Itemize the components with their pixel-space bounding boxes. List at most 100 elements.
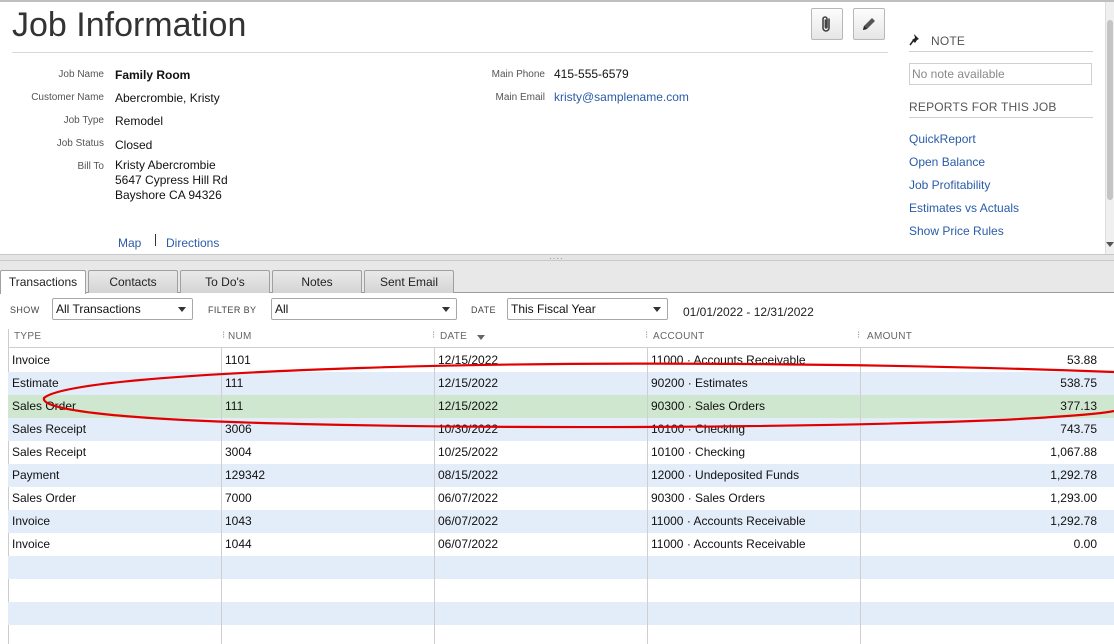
cell-amount: 1,292.78 (1050, 468, 1097, 482)
filter-by-select[interactable]: All (271, 298, 457, 320)
job-type-value: Remodel (115, 114, 164, 128)
attach-button[interactable] (811, 8, 843, 40)
table-row[interactable]: Invoice 1101 12/15/2022 11000 · Accounts… (8, 349, 1114, 372)
column-header-type[interactable]: TYPE (14, 331, 41, 342)
table-row-empty (8, 625, 1114, 644)
cell-amount: 538.75 (1060, 376, 1097, 390)
job-name-label: Job Name (58, 69, 104, 80)
cell-type: Estimate (12, 376, 59, 390)
chevron-down-icon (442, 307, 450, 312)
column-divider (647, 348, 648, 644)
note-box[interactable]: No note available (909, 63, 1092, 85)
show-label: SHOW (10, 305, 40, 315)
sort-descending-icon[interactable] (477, 335, 485, 341)
table-header-divider (8, 347, 1114, 348)
cell-date: 08/15/2022 (438, 468, 499, 482)
cell-account: 10100 · Checking (651, 445, 746, 459)
table-row-empty (8, 602, 1114, 625)
customer-name-label: Customer Name (31, 92, 104, 103)
note-divider (909, 51, 1093, 52)
paperclip-icon (822, 16, 830, 32)
table-row[interactable]: Estimate 111 12/15/2022 90200 · Estimate… (8, 372, 1114, 395)
scroll-down-arrow-icon[interactable] (1106, 240, 1114, 248)
job-name-value: Family Room (115, 68, 191, 82)
job-status-label: Job Status (56, 138, 104, 149)
reports-heading: REPORTS FOR THIS JOB (909, 100, 1057, 114)
cell-amount: 1,067.88 (1050, 445, 1097, 459)
edit-button[interactable] (853, 8, 885, 40)
main-email-label: Main Email (495, 92, 545, 103)
cell-account: 11000 · Accounts Receivable (651, 514, 806, 528)
chevron-down-icon (653, 307, 661, 312)
column-resize-handle[interactable]: ⁝ (645, 330, 648, 341)
estimates-vs-actuals-link[interactable]: Estimates vs Actuals (909, 201, 1019, 215)
page-title: Job Information (12, 6, 247, 44)
bill-to-line3: Bayshore CA 94326 (115, 188, 222, 202)
note-heading: NOTE (931, 34, 966, 48)
main-phone-value: 415-555-6579 (554, 67, 629, 81)
bill-to-line1: Kristy Abercrombie (115, 158, 216, 172)
map-link[interactable]: Map (118, 236, 141, 250)
column-divider (221, 348, 222, 644)
cell-type: Sales Order (12, 399, 77, 413)
cell-num: 129342 (225, 468, 266, 482)
table-row[interactable]: Sales Receipt 3004 10/25/2022 10100 · Ch… (8, 441, 1114, 464)
column-resize-handle[interactable]: ⁝ (432, 330, 435, 341)
quickreport-link[interactable]: QuickReport (909, 132, 976, 146)
column-resize-handle[interactable]: ⁝ (857, 330, 860, 341)
cell-amount: 743.75 (1060, 422, 1097, 436)
main-email-link[interactable]: kristy@samplename.com (554, 90, 689, 104)
cell-num: 3006 (225, 422, 252, 436)
table-row-selected[interactable]: Sales Order 111 12/15/2022 90300 · Sales… (8, 395, 1114, 418)
info-scrollbar-thumb[interactable] (1107, 20, 1113, 200)
link-divider (155, 234, 156, 246)
cell-amount: 377.13 (1060, 399, 1097, 413)
column-header-account[interactable]: ACCOUNT (653, 331, 705, 342)
cell-type: Payment (12, 468, 60, 482)
cell-account: 10100 · Checking (651, 422, 746, 436)
column-header-date[interactable]: DATE (440, 331, 467, 342)
filter-by-select-value: All (275, 302, 289, 316)
tab-todos[interactable]: To Do's (180, 270, 270, 293)
cell-amount: 1,292.78 (1050, 514, 1097, 528)
tab-sent-email[interactable]: Sent Email (364, 270, 454, 293)
cell-date: 06/07/2022 (438, 491, 499, 505)
cell-date: 10/25/2022 (438, 445, 499, 459)
cell-num: 3004 (225, 445, 252, 459)
tab-contacts[interactable]: Contacts (88, 270, 178, 293)
open-balance-link[interactable]: Open Balance (909, 155, 985, 169)
cell-type: Sales Receipt (12, 445, 87, 459)
cell-amount: 1,293.00 (1050, 491, 1097, 505)
bill-to-label: Bill To (77, 161, 105, 172)
column-resize-handle[interactable]: ⁝ (222, 330, 225, 341)
chevron-down-icon (178, 307, 186, 312)
cell-amount: 53.88 (1066, 353, 1097, 367)
tab-transactions[interactable]: Transactions (0, 270, 86, 294)
pushpin-icon (909, 34, 919, 46)
date-select[interactable]: This Fiscal Year (507, 298, 668, 320)
cell-account: 90300 · Sales Orders (651, 399, 766, 413)
table-row[interactable]: Sales Order 7000 06/07/2022 90300 · Sale… (8, 487, 1114, 510)
job-profitability-link[interactable]: Job Profitability (909, 178, 990, 192)
cell-date: 06/07/2022 (438, 514, 499, 528)
column-header-num[interactable]: NUM (228, 331, 252, 342)
main-phone-label: Main Phone (491, 69, 545, 80)
table-row[interactable]: Payment 129342 08/15/2022 12000 · Undepo… (8, 464, 1114, 487)
column-divider (860, 348, 861, 644)
column-header-amount[interactable]: AMOUNT (867, 331, 912, 342)
show-select-value: All Transactions (56, 302, 141, 316)
cell-num: 111 (225, 376, 244, 390)
cell-account: 11000 · Accounts Receivable (651, 537, 806, 551)
cell-type: Invoice (12, 537, 51, 551)
table-row[interactable]: Invoice 1044 06/07/2022 11000 · Accounts… (8, 533, 1114, 556)
table-row[interactable]: Sales Receipt 3006 10/30/2022 10100 · Ch… (8, 418, 1114, 441)
job-type-label: Job Type (63, 115, 104, 126)
cell-account: 12000 · Undeposited Funds (651, 468, 800, 482)
show-price-rules-link[interactable]: Show Price Rules (909, 224, 1004, 238)
directions-link[interactable]: Directions (166, 236, 219, 250)
table-row[interactable]: Invoice 1043 06/07/2022 11000 · Accounts… (8, 510, 1114, 533)
show-select[interactable]: All Transactions (52, 298, 193, 320)
cell-amount: 0.00 (1073, 537, 1097, 551)
customer-name-value: Abercrombie, Kristy (115, 91, 220, 105)
tab-notes[interactable]: Notes (272, 270, 362, 293)
